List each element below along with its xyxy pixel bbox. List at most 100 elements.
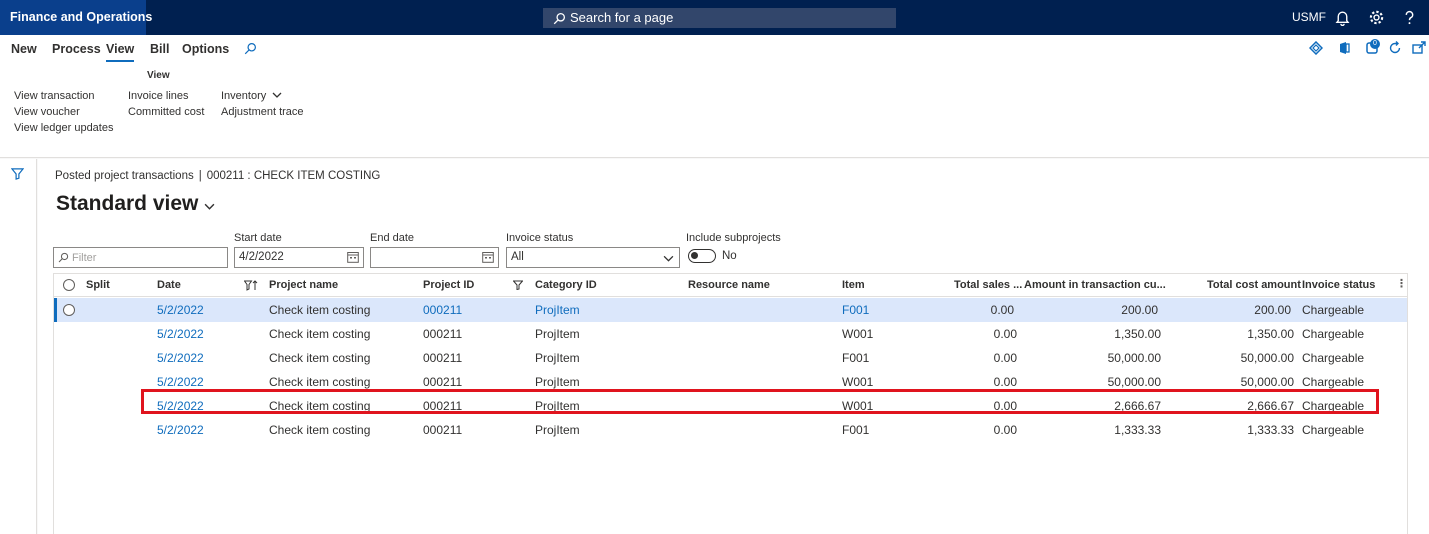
cell-item: W001 xyxy=(842,375,874,389)
cell-invoice-status: Chargeable xyxy=(1302,303,1365,317)
cell-total-cost-amount: 200.00 xyxy=(1254,303,1291,317)
top-nav-bar: Finance and Operations Search for a page… xyxy=(0,0,1429,35)
cell-project-name: Check item costing xyxy=(269,327,371,341)
company-selector[interactable]: USMF xyxy=(1292,0,1326,35)
cell-date[interactable]: 5/2/2022 xyxy=(157,423,204,437)
gear-icon[interactable] xyxy=(1368,9,1385,26)
cell-item: W001 xyxy=(842,327,874,341)
filter-icon[interactable] xyxy=(513,280,523,290)
calendar-icon[interactable] xyxy=(347,251,359,263)
include-subprojects-toggle[interactable] xyxy=(688,249,716,263)
inventory-label: Inventory xyxy=(221,90,267,102)
cell-total-sales: 0.00 xyxy=(990,303,1014,317)
column-header-project-name[interactable]: Project name xyxy=(269,279,338,291)
select-all-radio[interactable] xyxy=(63,279,75,291)
start-date-field[interactable]: 4/2/2022 xyxy=(234,247,364,268)
table-row[interactable]: 5/2/2022 Check item costing 000211 ProjItem… xyxy=(54,346,1407,370)
column-header-resource-name[interactable]: Resource name xyxy=(688,279,770,291)
column-header-amount-transaction-currency[interactable]: Amount in transaction cu... xyxy=(1024,279,1166,291)
cell-project-id[interactable]: 000211 xyxy=(423,303,462,317)
open-new-window-icon[interactable] xyxy=(1412,41,1426,55)
include-subprojects-label: Include subprojects xyxy=(686,232,781,244)
column-header-total-sales[interactable]: Total sales ... xyxy=(954,279,1022,291)
cell-date[interactable]: 5/2/2022 xyxy=(157,375,204,389)
app-title[interactable]: Finance and Operations xyxy=(0,0,152,35)
office-icon[interactable] xyxy=(1337,41,1351,55)
table-row[interactable]: 5/2/2022 Check item costing 000211 ProjItem… xyxy=(54,322,1407,346)
column-header-split[interactable]: Split xyxy=(86,279,110,291)
column-header-project-id[interactable]: Project ID xyxy=(423,279,474,291)
search-placeholder: Search for a page xyxy=(570,10,674,25)
cell-project-name: Check item costing xyxy=(269,303,371,317)
tab-options[interactable]: Options xyxy=(182,42,229,62)
help-icon[interactable] xyxy=(1401,9,1418,26)
column-header-item[interactable]: Item xyxy=(842,279,865,291)
tab-process[interactable]: Process xyxy=(52,42,101,62)
cell-date[interactable]: 5/2/2022 xyxy=(157,399,204,413)
search-actions-icon[interactable] xyxy=(244,42,257,55)
cell-amount-transaction-currency: 50,000.00 xyxy=(1107,351,1161,365)
table-row[interactable]: 5/2/2022 Check item costing 000211 ProjItem… xyxy=(54,298,1407,322)
column-header-category-id[interactable]: Category ID xyxy=(535,279,597,291)
row-select-radio[interactable] xyxy=(63,304,75,316)
cell-total-sales: 0.00 xyxy=(993,327,1017,341)
transactions-grid: Split Date Project name Project ID Categ… xyxy=(53,273,1408,534)
cell-project-id: 000211 xyxy=(423,399,463,413)
cell-amount-transaction-currency: 200.00 xyxy=(1121,303,1158,317)
invoice-lines-button[interactable]: Invoice lines xyxy=(128,90,189,102)
table-row[interactable]: 5/2/2022 Check item costing 000211 ProjItem… xyxy=(54,394,1407,418)
tab-new[interactable]: New xyxy=(11,42,37,62)
view-ledger-updates-button[interactable]: View ledger updates xyxy=(14,122,113,134)
action-pane: New Process View Bill Options View View … xyxy=(0,35,1429,158)
invoice-status-select[interactable]: All xyxy=(506,247,680,268)
cell-total-sales: 0.00 xyxy=(993,375,1017,389)
start-date-label: Start date xyxy=(234,232,282,244)
end-date-field[interactable] xyxy=(370,247,499,268)
view-selector[interactable]: Standard view xyxy=(56,192,215,216)
chevron-down-icon xyxy=(663,255,674,262)
toggle-knob xyxy=(691,252,698,259)
diamond-icon[interactable] xyxy=(1309,41,1323,55)
refresh-icon[interactable] xyxy=(1388,41,1402,55)
tab-view[interactable]: View xyxy=(106,42,135,62)
inventory-dropdown[interactable]: Inventory xyxy=(221,90,282,102)
cell-category-id: ProjItem xyxy=(535,423,580,437)
column-header-total-cost-amount[interactable]: Total cost amount xyxy=(1207,279,1301,291)
chevron-down-icon xyxy=(204,203,215,210)
tab-bill[interactable]: Bill xyxy=(150,42,169,62)
column-header-invoice-status[interactable]: Invoice status xyxy=(1302,279,1375,291)
table-row[interactable]: 5/2/2022 Check item costing 000211 ProjItem… xyxy=(54,370,1407,394)
adjustment-trace-button[interactable]: Adjustment trace xyxy=(221,106,304,118)
bell-icon[interactable] xyxy=(1334,9,1351,26)
cell-date[interactable]: 5/2/2022 xyxy=(157,327,204,341)
invoice-status-label: Invoice status xyxy=(506,232,574,244)
cell-amount-transaction-currency: 2,666.67 xyxy=(1114,399,1161,413)
cell-category-id[interactable]: ProjItem xyxy=(535,303,580,317)
attachments-button[interactable]: 0 xyxy=(1366,39,1380,54)
view-transaction-button[interactable]: View transaction xyxy=(14,90,95,102)
main-content: Posted project transactions | 000211 : CHE… xyxy=(38,159,1429,534)
attachments-badge: 0 xyxy=(1370,39,1380,49)
cell-date[interactable]: 5/2/2022 xyxy=(157,351,204,365)
view-voucher-button[interactable]: View voucher xyxy=(14,106,80,118)
cell-project-name: Check item costing xyxy=(269,375,371,389)
grid-filter-input[interactable]: Filter xyxy=(53,247,228,268)
column-options-icon[interactable]: ⋮ xyxy=(1396,277,1407,290)
filter-sort-icon[interactable] xyxy=(244,280,258,291)
end-date-label: End date xyxy=(370,232,415,244)
calendar-icon[interactable] xyxy=(482,251,494,263)
cell-project-name: Check item costing xyxy=(269,423,371,437)
cell-item[interactable]: F001 xyxy=(842,303,869,317)
cell-date[interactable]: 5/2/2022 xyxy=(157,303,204,317)
cell-project-name: Check item costing xyxy=(269,351,371,365)
grid-header: Split Date Project name Project ID Categ… xyxy=(54,274,1407,297)
cell-total-cost-amount: 50,000.00 xyxy=(1240,351,1294,365)
filter-icon[interactable] xyxy=(11,167,24,180)
include-subprojects-value: No xyxy=(722,250,737,262)
ribbon-group-title: View xyxy=(147,70,170,81)
cell-project-id: 000211 xyxy=(423,375,463,389)
committed-cost-button[interactable]: Committed cost xyxy=(128,106,204,118)
table-row[interactable]: 5/2/2022 Check item costing 000211 ProjItem… xyxy=(54,418,1407,442)
column-header-date[interactable]: Date xyxy=(157,279,181,291)
page-search-input[interactable]: Search for a page xyxy=(543,8,896,28)
